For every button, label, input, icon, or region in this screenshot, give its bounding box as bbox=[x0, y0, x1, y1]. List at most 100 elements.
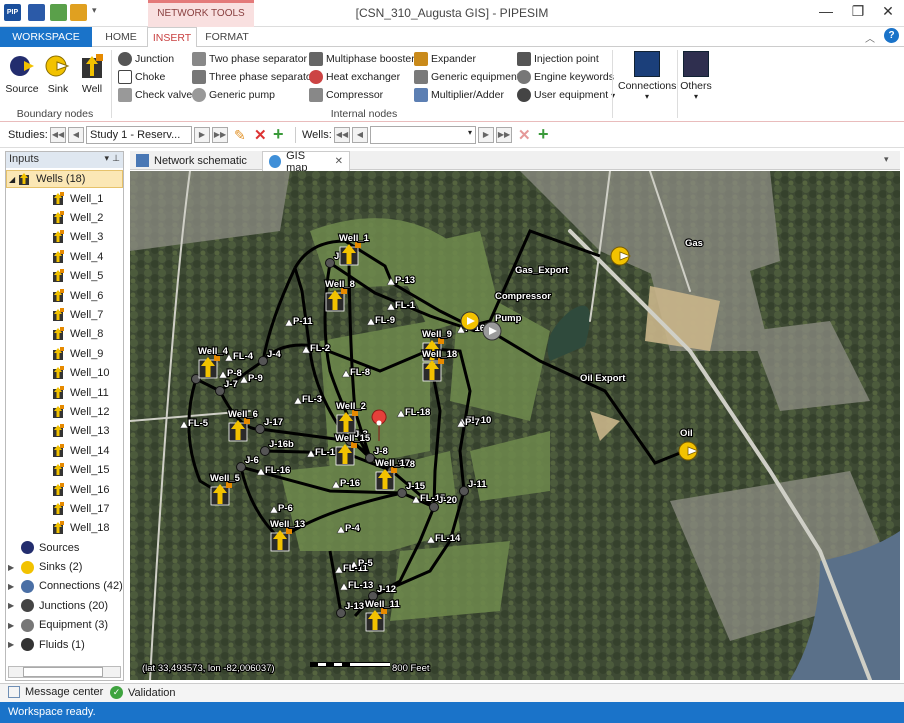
choke-button[interactable]: Choke bbox=[118, 68, 192, 86]
tab-insert[interactable]: INSERT bbox=[147, 27, 197, 48]
junctions-icon bbox=[21, 599, 34, 613]
study-select[interactable]: Study 1 - Reserv... bbox=[86, 126, 192, 144]
tree-well-item[interactable]: Well_12 bbox=[52, 402, 110, 421]
tree-group-item[interactable]: Sources bbox=[8, 538, 123, 557]
compressor-button[interactable]: Compressor bbox=[309, 86, 415, 104]
tab-home[interactable]: HOME bbox=[98, 27, 144, 47]
tree-well-item[interactable]: Well_18 bbox=[52, 519, 110, 538]
tree-well-item[interactable]: Well_8 bbox=[52, 325, 110, 344]
internal-nodes-group-label: Internal nodes bbox=[330, 108, 398, 120]
tree-well-item[interactable]: Well_11 bbox=[52, 383, 110, 402]
tree-well-item[interactable]: Well_7 bbox=[52, 305, 110, 324]
close-tab-icon[interactable]: ✕ bbox=[335, 156, 343, 167]
tree-group-item[interactable]: ▶ Connections (42) bbox=[8, 577, 123, 596]
expand-arrow-icon[interactable]: ▶ bbox=[8, 601, 18, 610]
first-well-button[interactable]: ◀◀ bbox=[334, 127, 350, 143]
pipe-label: FL-8 bbox=[350, 367, 370, 378]
tab-format[interactable]: FORMAT bbox=[202, 27, 252, 47]
tab-network-schematic[interactable]: Network schematic bbox=[130, 151, 262, 170]
connections-button[interactable]: Connections ▾ bbox=[618, 51, 676, 101]
multiplier-adder-button[interactable]: Multiplier/Adder bbox=[414, 86, 520, 104]
prev-study-button[interactable]: ◀ bbox=[68, 127, 84, 143]
expand-arrow-icon[interactable]: ▶ bbox=[8, 582, 18, 591]
status-bar: Workspace ready. bbox=[0, 702, 904, 723]
expand-arrow-icon[interactable]: ▶ bbox=[8, 640, 18, 649]
tree-well-item[interactable]: Well_16 bbox=[52, 480, 110, 499]
tree-group-item[interactable]: ▶ Junctions (20) bbox=[8, 596, 123, 615]
heat-exchanger-button[interactable]: Heat exchanger bbox=[309, 68, 415, 86]
tree-well-item[interactable]: Well_5 bbox=[52, 267, 110, 286]
three-phase-separator-button[interactable]: Three phase separator bbox=[192, 68, 315, 86]
tree-well-item[interactable]: Well_1 bbox=[52, 189, 110, 208]
gis-map-canvas[interactable]: P-13 FL-1 P-11 FL-9 FL-2 P-16 FL-4 P-8 P-9 FL-8 FL… bbox=[130, 171, 900, 680]
source-button[interactable]: Source bbox=[4, 52, 40, 100]
gis-map[interactable]: P-13 FL-1 P-11 FL-9 FL-2 P-16 FL-4 P-8 P-9 FL-8 FL… bbox=[130, 171, 900, 680]
message-center-tab[interactable]: Message center bbox=[8, 686, 103, 698]
expander-button[interactable]: Expander bbox=[414, 50, 520, 68]
collapse-arrow-icon[interactable]: ◢ bbox=[9, 175, 15, 184]
sink-button[interactable]: Sink bbox=[40, 52, 76, 100]
pin-icon[interactable]: ⊥ bbox=[112, 153, 120, 164]
add-well-icon[interactable]: + bbox=[538, 124, 549, 145]
check-valve-button[interactable]: Check valve bbox=[118, 86, 192, 104]
tree-group-item[interactable]: ▶ Fluids (1) bbox=[8, 635, 123, 654]
next-well-button[interactable]: ▶ bbox=[478, 127, 494, 143]
tree-well-item[interactable]: Well_6 bbox=[52, 286, 110, 305]
validation-tab[interactable]: ✓ Validation bbox=[110, 686, 176, 699]
panel-dropdown-icon[interactable]: ▾ bbox=[104, 153, 109, 164]
add-study-icon[interactable]: + bbox=[273, 124, 284, 145]
last-study-button[interactable]: ▶▶ bbox=[212, 127, 228, 143]
tree-group-item[interactable]: ▶ Equipment (3) bbox=[8, 616, 123, 635]
engine-keywords-button[interactable]: Engine keywords bbox=[517, 68, 615, 86]
two-phase-separator-button[interactable]: Two phase separator bbox=[192, 50, 315, 68]
tree-wells-node[interactable]: ◢ Wells (18) bbox=[6, 170, 123, 188]
minimize-icon[interactable]: — bbox=[814, 3, 838, 23]
tab-gis-map[interactable]: GIS map ✕ bbox=[262, 150, 350, 174]
tree-well-item[interactable]: Well_3 bbox=[52, 228, 110, 247]
well-icon bbox=[53, 521, 64, 535]
tree-horizontal-scrollbar[interactable] bbox=[8, 666, 121, 678]
tree-well-item[interactable]: Well_15 bbox=[52, 460, 110, 479]
map-pin-dot bbox=[376, 420, 382, 426]
gas-sink-label: Gas bbox=[685, 238, 703, 249]
tab-list-dropdown-icon[interactable]: ▾ bbox=[884, 154, 889, 165]
pipe-label: FL-9 bbox=[375, 315, 395, 326]
close-icon[interactable]: ✕ bbox=[876, 3, 900, 23]
expand-arrow-icon[interactable]: ▶ bbox=[8, 563, 18, 572]
junction-button[interactable]: Junction bbox=[118, 50, 192, 68]
multiphase-booster-button[interactable]: Multiphase booster bbox=[309, 50, 415, 68]
injection-point-button[interactable]: Injection point bbox=[517, 50, 615, 68]
two-phase-separator-icon bbox=[192, 52, 206, 66]
tree-well-item[interactable]: Well_9 bbox=[52, 344, 110, 363]
tree-well-item[interactable]: Well_10 bbox=[52, 364, 110, 383]
tree-well-item[interactable]: Well_13 bbox=[52, 422, 110, 441]
tab-workspace[interactable]: WORKSPACE bbox=[0, 27, 92, 47]
wells-select[interactable]: ▾ bbox=[370, 126, 476, 144]
help-icon[interactable]: ? bbox=[884, 28, 899, 43]
tree-well-item[interactable]: Well_14 bbox=[52, 441, 110, 460]
well-label: Well_6 bbox=[228, 409, 258, 420]
compressor-equipment-icon[interactable] bbox=[482, 321, 502, 341]
restore-icon[interactable]: ❐ bbox=[846, 3, 870, 23]
tree-well-item[interactable]: Well_17 bbox=[52, 499, 110, 518]
well-button[interactable]: Well bbox=[74, 52, 110, 100]
generic-equipment-button[interactable]: Generic equipment bbox=[414, 68, 520, 86]
well-icon bbox=[53, 366, 64, 380]
tree-well-item[interactable]: Well_2 bbox=[52, 208, 110, 227]
prev-well-button[interactable]: ◀ bbox=[352, 127, 368, 143]
others-button[interactable]: Others ▾ bbox=[680, 51, 712, 101]
delete-study-icon[interactable]: ✕ bbox=[254, 126, 267, 144]
collapse-ribbon-icon[interactable]: ︿ bbox=[865, 30, 875, 45]
next-study-button[interactable]: ▶ bbox=[194, 127, 210, 143]
tree-group-item[interactable]: ▶ Sinks (2) bbox=[8, 557, 123, 576]
first-study-button[interactable]: ◀◀ bbox=[50, 127, 66, 143]
expand-arrow-icon[interactable]: ▶ bbox=[8, 621, 18, 630]
delete-well-icon[interactable]: ✕ bbox=[518, 126, 531, 144]
pump-equipment-icon[interactable] bbox=[460, 311, 480, 331]
last-well-button[interactable]: ▶▶ bbox=[496, 127, 512, 143]
edit-study-icon[interactable]: ✎ bbox=[234, 127, 246, 144]
tree-well-item[interactable]: Well_4 bbox=[52, 247, 110, 266]
user-equipment-button[interactable]: User equipment ▾ bbox=[517, 86, 615, 104]
generic-pump-button[interactable]: Generic pump bbox=[192, 86, 315, 104]
engine-keywords-icon bbox=[517, 70, 531, 84]
